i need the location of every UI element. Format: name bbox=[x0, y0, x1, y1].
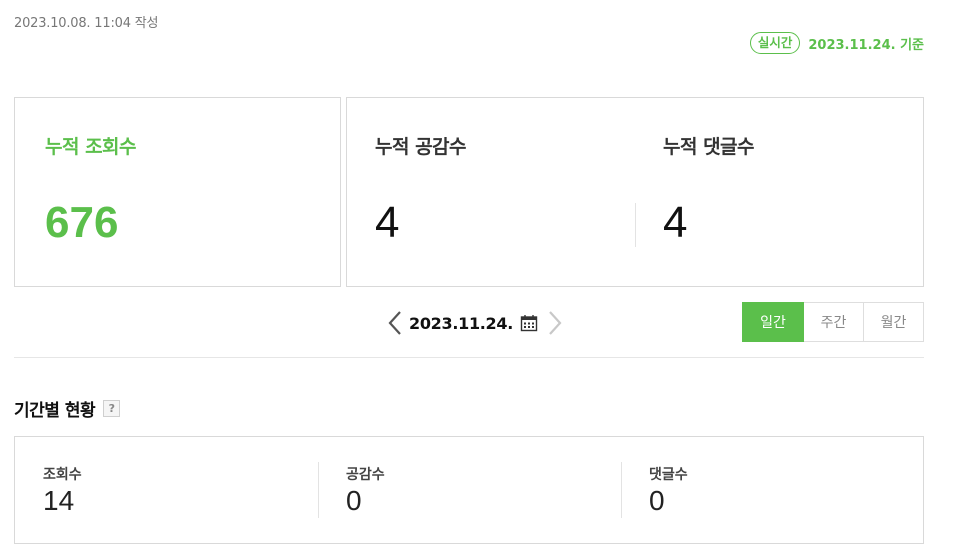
cumulative-views-label: 누적 조회수 bbox=[45, 136, 137, 158]
period-tabs: 일간 주간 월간 bbox=[742, 302, 924, 342]
date-navigator: 2023.11.24. bbox=[385, 308, 565, 338]
stat-divider bbox=[318, 462, 319, 518]
cumulative-views-card: 누적 조회수 676 bbox=[14, 97, 341, 287]
help-icon[interactable]: ? bbox=[103, 400, 121, 417]
period-views-label: 조회수 bbox=[43, 467, 82, 483]
period-section-header: 기간별 현황 ? bbox=[14, 396, 121, 421]
cumulative-comments-value: 4 bbox=[663, 198, 688, 247]
cumulative-social-card: 누적 공감수 4 누적 댓글수 4 bbox=[346, 97, 924, 287]
period-comments-label: 댓글수 bbox=[649, 467, 688, 483]
cumulative-views-value: 676 bbox=[45, 198, 119, 247]
selected-date[interactable]: 2023.11.24. bbox=[409, 314, 513, 333]
tab-monthly[interactable]: 월간 bbox=[864, 302, 924, 342]
tab-weekly[interactable]: 주간 bbox=[804, 302, 864, 342]
basis-info: 실시간 2023.11.24. 기준 bbox=[749, 32, 924, 54]
cumulative-likes-value: 4 bbox=[375, 198, 400, 247]
cumulative-comments-label: 누적 댓글수 bbox=[663, 136, 755, 158]
social-divider bbox=[635, 203, 636, 247]
period-stats-box: 조회수 14 공감수 0 댓글수 0 bbox=[14, 436, 924, 544]
chevron-left-icon[interactable] bbox=[385, 308, 405, 338]
period-views-value: 14 bbox=[43, 485, 75, 516]
calendar-icon[interactable] bbox=[519, 313, 539, 333]
period-likes-label: 공감수 bbox=[346, 467, 385, 483]
tab-daily[interactable]: 일간 bbox=[742, 302, 804, 342]
written-timestamp: 2023.10.08. 11:04 작성 bbox=[14, 16, 159, 31]
period-likes-value: 0 bbox=[346, 485, 362, 516]
realtime-badge: 실시간 bbox=[749, 32, 801, 54]
divider bbox=[14, 357, 924, 358]
basis-date: 2023.11.24. 기준 bbox=[808, 37, 924, 53]
period-section-title: 기간별 현황 bbox=[14, 401, 96, 421]
chevron-right-icon[interactable] bbox=[545, 308, 565, 338]
cumulative-likes-label: 누적 공감수 bbox=[375, 136, 467, 158]
period-comments-value: 0 bbox=[649, 485, 665, 516]
stat-divider bbox=[621, 462, 622, 518]
